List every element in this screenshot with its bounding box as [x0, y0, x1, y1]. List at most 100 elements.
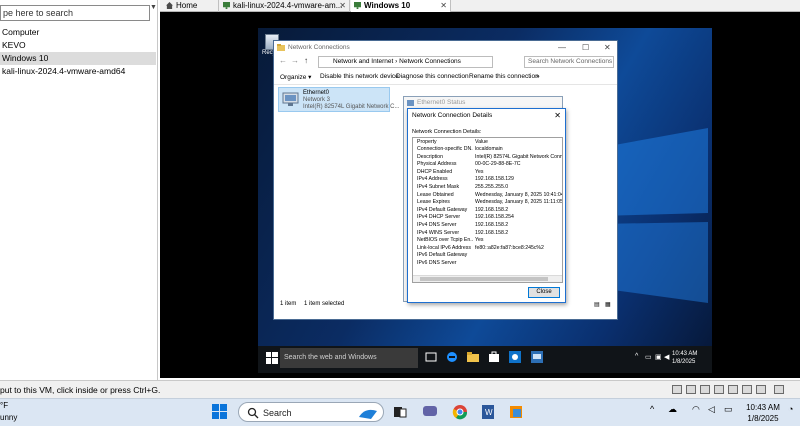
wifi-icon[interactable]: ◠ — [692, 404, 700, 415]
up-arrow-icon[interactable]: ↑ — [304, 56, 308, 65]
windows-start-icon[interactable] — [266, 352, 278, 364]
details-row[interactable]: IPv6 Default Gateway — [413, 252, 562, 260]
close-icon[interactable]: ✕ — [339, 0, 346, 11]
details-row[interactable]: IPv4 Address 192.168.158.129 — [413, 176, 562, 184]
details-list[interactable]: Property Value Connection-specific DN...… — [412, 137, 563, 283]
details-property: IPv4 WINS Server — [417, 229, 460, 236]
notification-bell-icon[interactable]: ◔ — [788, 404, 793, 414]
search-network-connections-input[interactable]: Search Network Connections — [524, 56, 614, 68]
details-subtitle: Network Connection Details: — [412, 129, 482, 135]
network-adapter-device-icon[interactable] — [700, 385, 710, 394]
library-item-kali[interactable]: kali-linux-2024.4-vmware-amd64 — [0, 65, 156, 78]
action-center-tray-icon[interactable]: ▭ — [645, 353, 652, 361]
details-value: Wednesday, January 8, 2025 11:11:05 A — [475, 199, 563, 206]
details-row[interactable]: IPv4 Default Gateway 192.168.158.2 — [413, 207, 562, 215]
tab-windows-10[interactable]: Windows 10 ✕ — [351, 0, 451, 12]
weather-description[interactable]: unny — [0, 413, 17, 422]
task-view-icon[interactable] — [392, 404, 408, 420]
weather-temperature[interactable]: °F — [0, 401, 8, 410]
column-value[interactable]: Value — [475, 138, 562, 146]
close-icon[interactable]: ✕ — [440, 0, 447, 11]
vm-input-hint: put to this VM, click inside or press Ct… — [0, 385, 161, 395]
breadcrumb-network-internet[interactable]: Network and Internet — [333, 58, 393, 65]
printer-icon[interactable] — [742, 385, 752, 394]
library-item-windows-10[interactable]: Windows 10 — [0, 52, 156, 65]
vm-search-box[interactable]: Search the web and Windows — [280, 348, 418, 368]
maximize-icon[interactable]: ☐ — [582, 41, 589, 54]
host-clock[interactable]: 10:43 AM 1/8/2025 — [741, 402, 785, 424]
ethernet0-adapter[interactable]: Ethernet0 Network 3 Intel(R) 82574L Giga… — [278, 87, 400, 112]
ethernet-status-titlebar[interactable]: Ethernet0 Status — [404, 97, 562, 106]
library-item-kevo[interactable]: KEVO — [0, 39, 156, 52]
selection-count: 1 item selected — [304, 301, 345, 307]
volume-icon[interactable]: ◀ — [664, 353, 669, 361]
address-bar[interactable]: Network and Internet › Network Connectio… — [318, 56, 493, 68]
horizontal-scrollbar[interactable] — [413, 275, 562, 282]
details-row[interactable]: Description Intel(R) 82574L Gigabit Netwo… — [413, 154, 562, 162]
minimize-icon[interactable]: — — [558, 41, 566, 54]
network-connections-taskbar-icon[interactable] — [531, 351, 543, 363]
sound-card-icon[interactable] — [728, 385, 738, 394]
battery-icon[interactable]: ▭ — [724, 404, 733, 415]
outlook-icon[interactable] — [509, 351, 521, 363]
details-row[interactable]: IPv4 DHCP Server 192.168.158.254 — [413, 214, 562, 222]
details-row[interactable]: IPv4 DNS Server 192.168.158.2 — [413, 222, 562, 230]
details-row[interactable]: Link-local IPv6 Address fe80::a82e:fa87:b… — [413, 245, 562, 253]
windows-11-start-icon[interactable] — [212, 404, 228, 420]
cloud-icon[interactable]: ☁ — [668, 404, 677, 415]
hard-disk-icon[interactable] — [672, 385, 682, 394]
library-item-computer[interactable]: Computer — [0, 26, 156, 39]
vm-clock[interactable]: 10:43 AM 1/8/2025 — [672, 350, 712, 366]
library-search-input[interactable]: pe here to search — [0, 5, 150, 21]
details-row[interactable]: Physical Address 00-0C-29-88-8E-7C — [413, 161, 562, 169]
volume-icon[interactable]: ◁ — [708, 404, 715, 415]
network-tray-icon[interactable]: ▣ — [655, 353, 662, 361]
details-row[interactable]: DHCP Enabled Yes — [413, 169, 562, 177]
large-icons-view-icon[interactable]: ▦ — [605, 301, 611, 308]
search-dropdown-icon[interactable]: ▼ — [150, 0, 158, 16]
details-row[interactable]: NetBIOS over Tcpip En... Yes — [413, 237, 562, 245]
store-icon[interactable] — [488, 351, 500, 363]
close-button[interactable]: Close — [528, 287, 560, 298]
host-search-box[interactable]: Search — [238, 402, 384, 422]
details-row[interactable]: IPv6 DNS Server — [413, 260, 562, 268]
back-arrow-icon[interactable]: ← — [279, 56, 287, 65]
show-hidden-icons-icon[interactable]: ^ — [650, 404, 654, 414]
window-titlebar[interactable]: Network Connections — ☐ ✕ — [274, 41, 617, 54]
forward-arrow-icon[interactable]: → — [291, 56, 299, 65]
cd-drive-icon[interactable] — [686, 385, 696, 394]
column-property[interactable]: Property — [417, 138, 473, 146]
details-view-icon[interactable]: ▤ — [594, 301, 600, 308]
details-row[interactable]: Connection-specific DN... localdomain — [413, 146, 562, 154]
rename-connection-button[interactable]: Rename this connection — [469, 73, 539, 80]
file-explorer-icon[interactable] — [467, 351, 479, 363]
word-icon[interactable]: W — [480, 404, 496, 420]
teams-chat-icon[interactable] — [422, 404, 438, 420]
display-icon[interactable] — [756, 385, 766, 394]
details-row[interactable]: Lease Obtained Wednesday, January 8, 2025… — [413, 192, 562, 200]
edge-icon[interactable] — [446, 351, 458, 363]
details-row[interactable]: IPv4 Subnet Mask 255.255.255.0 — [413, 184, 562, 192]
scrollbar-thumb[interactable] — [420, 277, 548, 281]
show-hidden-icons-icon[interactable]: ^ — [635, 353, 638, 360]
details-property: Lease Obtained — [417, 191, 454, 198]
disable-device-button[interactable]: Disable this network device — [320, 73, 399, 80]
details-row[interactable]: IPv4 WINS Server 192.168.158.2 — [413, 230, 562, 238]
host-date: 1/8/2025 — [747, 414, 779, 423]
tab-kali[interactable]: kali-linux-2024.4-vmware-am... ✕ — [220, 0, 350, 12]
close-icon[interactable]: ✕ — [554, 109, 561, 123]
breadcrumb-network-connections[interactable]: Network Connections — [399, 58, 461, 65]
diagnose-connection-button[interactable]: Diagnose this connection — [396, 73, 469, 80]
message-log-icon[interactable] — [774, 385, 784, 394]
tab-home[interactable]: Home — [163, 0, 219, 12]
task-view-icon[interactable] — [425, 351, 437, 363]
vmware-workstation-icon[interactable] — [508, 404, 524, 420]
more-commands-icon[interactable]: » — [536, 73, 540, 80]
details-value: 192.168.158.129 — [475, 176, 514, 183]
details-row[interactable]: Lease Expires Wednesday, January 8, 2025 … — [413, 199, 562, 207]
usb-icon[interactable] — [714, 385, 724, 394]
details-titlebar[interactable]: Network Connection Details ✕ — [408, 109, 565, 123]
organize-menu[interactable]: Organize ▾ — [280, 73, 311, 81]
close-icon[interactable]: ✕ — [604, 41, 611, 54]
chrome-icon[interactable] — [452, 404, 468, 420]
